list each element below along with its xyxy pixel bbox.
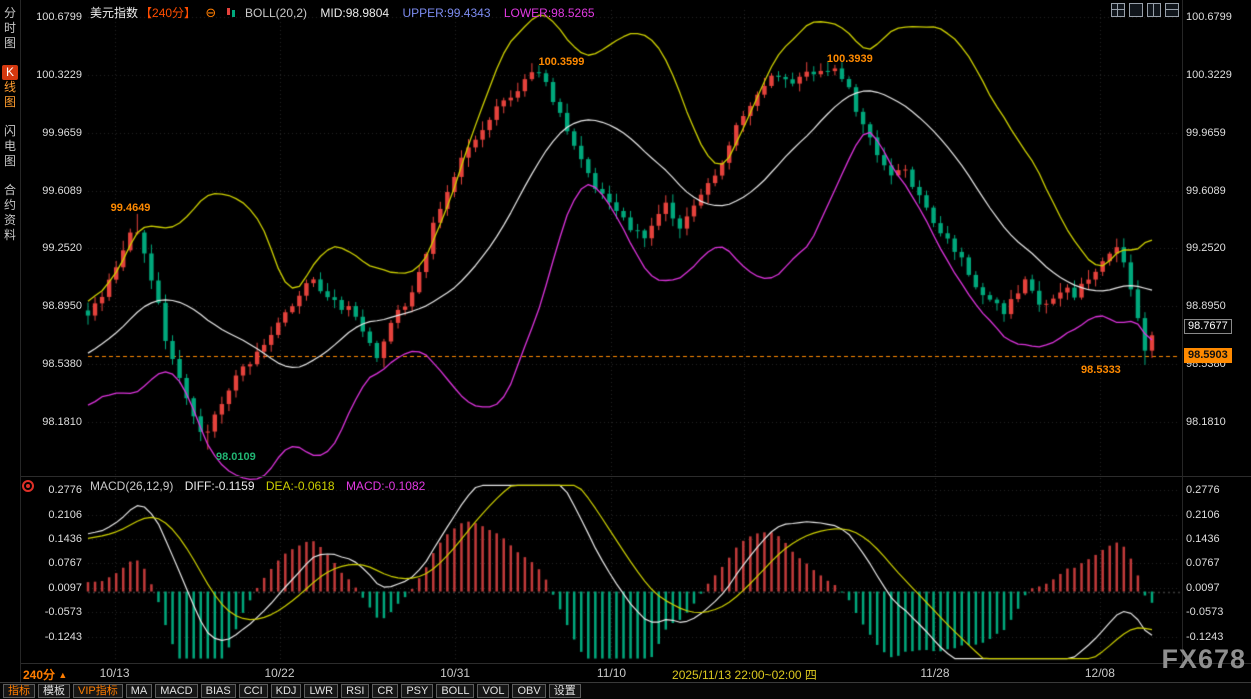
panel-divider	[20, 476, 1251, 477]
macd-macd-value: MACD:-0.1082	[346, 479, 425, 493]
collapse-icon[interactable]: ⊖	[205, 5, 216, 20]
boll-upper-value: UPPER:99.4343	[402, 6, 490, 20]
sidebar-item-kline-chart[interactable]: K线图	[2, 65, 18, 110]
xaxis-divider	[20, 663, 1251, 664]
sidebar-item-flash-chart[interactable]: 闪电图	[2, 124, 18, 169]
sidebar-item-char: 线	[2, 80, 18, 95]
toolbar-button-psy[interactable]: PSY	[401, 684, 433, 698]
toolbar-button-template[interactable]: 模板	[38, 684, 70, 698]
layout-split-horizontal-icon[interactable]	[1165, 3, 1179, 17]
toolbar-button-settings[interactable]: 设置	[549, 684, 581, 698]
sidebar-item-char: 资	[2, 213, 18, 228]
toolbar-button-lwr[interactable]: LWR	[304, 684, 338, 698]
sidebar-divider	[20, 0, 21, 682]
sidebar-item-char: 图	[2, 154, 18, 169]
candle-down-bar	[232, 10, 235, 17]
layout-grid-icon[interactable]	[1111, 3, 1125, 17]
sidebar-item-char: 分	[2, 6, 18, 21]
layout-icons-group	[1111, 3, 1179, 17]
toolbar-button-rsi[interactable]: RSI	[341, 684, 369, 698]
sidebar-item-contract-info[interactable]: 合约资料	[2, 183, 18, 243]
macd-header: MACD(26,12,9) DIFF:-0.1159 DEA:-0.0618 M…	[90, 479, 425, 493]
boll-lower-value: LOWER:98.5265	[504, 6, 595, 20]
toolbar-button-vip-indicator[interactable]: VIP指标	[73, 684, 123, 698]
candle-up-bar	[227, 8, 230, 15]
macd-dea-value: DEA:-0.0618	[266, 479, 335, 493]
toolbar-button-bias[interactable]: BIAS	[201, 684, 236, 698]
trading-chart-app: 100.6799100.6799100.3229100.322999.96599…	[0, 0, 1251, 699]
sidebar-item-char: 闪	[2, 124, 18, 139]
toolbar-button-indicator[interactable]: 指标	[3, 684, 35, 698]
right-axis-divider	[1182, 0, 1183, 663]
sidebar-item-char: 合	[2, 183, 18, 198]
watermark: FX678	[1161, 644, 1246, 675]
toolbar-button-cr[interactable]: CR	[372, 684, 398, 698]
toolbar-button-kdj[interactable]: KDJ	[271, 684, 302, 698]
dropdown-arrow-icon: ▲	[58, 670, 67, 680]
symbol-name: 美元指数	[90, 6, 138, 20]
toolbar-button-boll[interactable]: BOLL	[436, 684, 474, 698]
layout-split-vertical-icon[interactable]	[1147, 3, 1161, 17]
candlestick-icon	[226, 7, 237, 18]
macd-params: MACD(26,12,9)	[90, 479, 173, 493]
sidebar-item-char: 图	[2, 36, 18, 51]
sidebar-item-time-chart[interactable]: 分时图	[2, 6, 18, 51]
period-label: 【240分】	[140, 6, 196, 20]
indicator-dot-icon[interactable]	[22, 480, 34, 492]
sidebar-item-char: K	[2, 65, 18, 80]
layout-single-icon[interactable]	[1129, 3, 1143, 17]
indicator-dot-inner	[26, 484, 30, 488]
sidebar-item-char: 约	[2, 198, 18, 213]
sidebar-item-char: 电	[2, 139, 18, 154]
boll-label: BOLL(20,2)	[245, 6, 307, 20]
sidebar-item-char: 时	[2, 21, 18, 36]
toolbar-button-obv[interactable]: OBV	[512, 684, 545, 698]
sidebar-item-char: 料	[2, 228, 18, 243]
macd-diff-value: DIFF:-0.1159	[185, 479, 255, 493]
bottom-toolbar: 指标模板VIP指标MAMACD BIASCCIKDJLWRRSICRPSYBOLL…	[0, 682, 1251, 699]
toolbar-button-ma[interactable]: MA	[126, 684, 153, 698]
toolbar-button-vol[interactable]: VOL	[477, 684, 509, 698]
toolbar-button-cci[interactable]: CCI	[239, 684, 268, 698]
period-selector[interactable]: 240分 ▲	[23, 666, 67, 683]
chart-header: 美元指数【240分】 ⊖ BOLL(20,2) MID:98.9804 UPPE…	[90, 4, 595, 21]
sidebar-item-char: 图	[2, 95, 18, 110]
kline-chart-canvas[interactable]	[0, 0, 1251, 699]
period-text: 240分	[23, 668, 55, 682]
left-sidebar: 分时图K线图闪电图合约资料	[0, 0, 20, 682]
toolbar-button-macd[interactable]: MACD	[155, 684, 197, 698]
boll-mid-value: MID:98.9804	[320, 6, 389, 20]
